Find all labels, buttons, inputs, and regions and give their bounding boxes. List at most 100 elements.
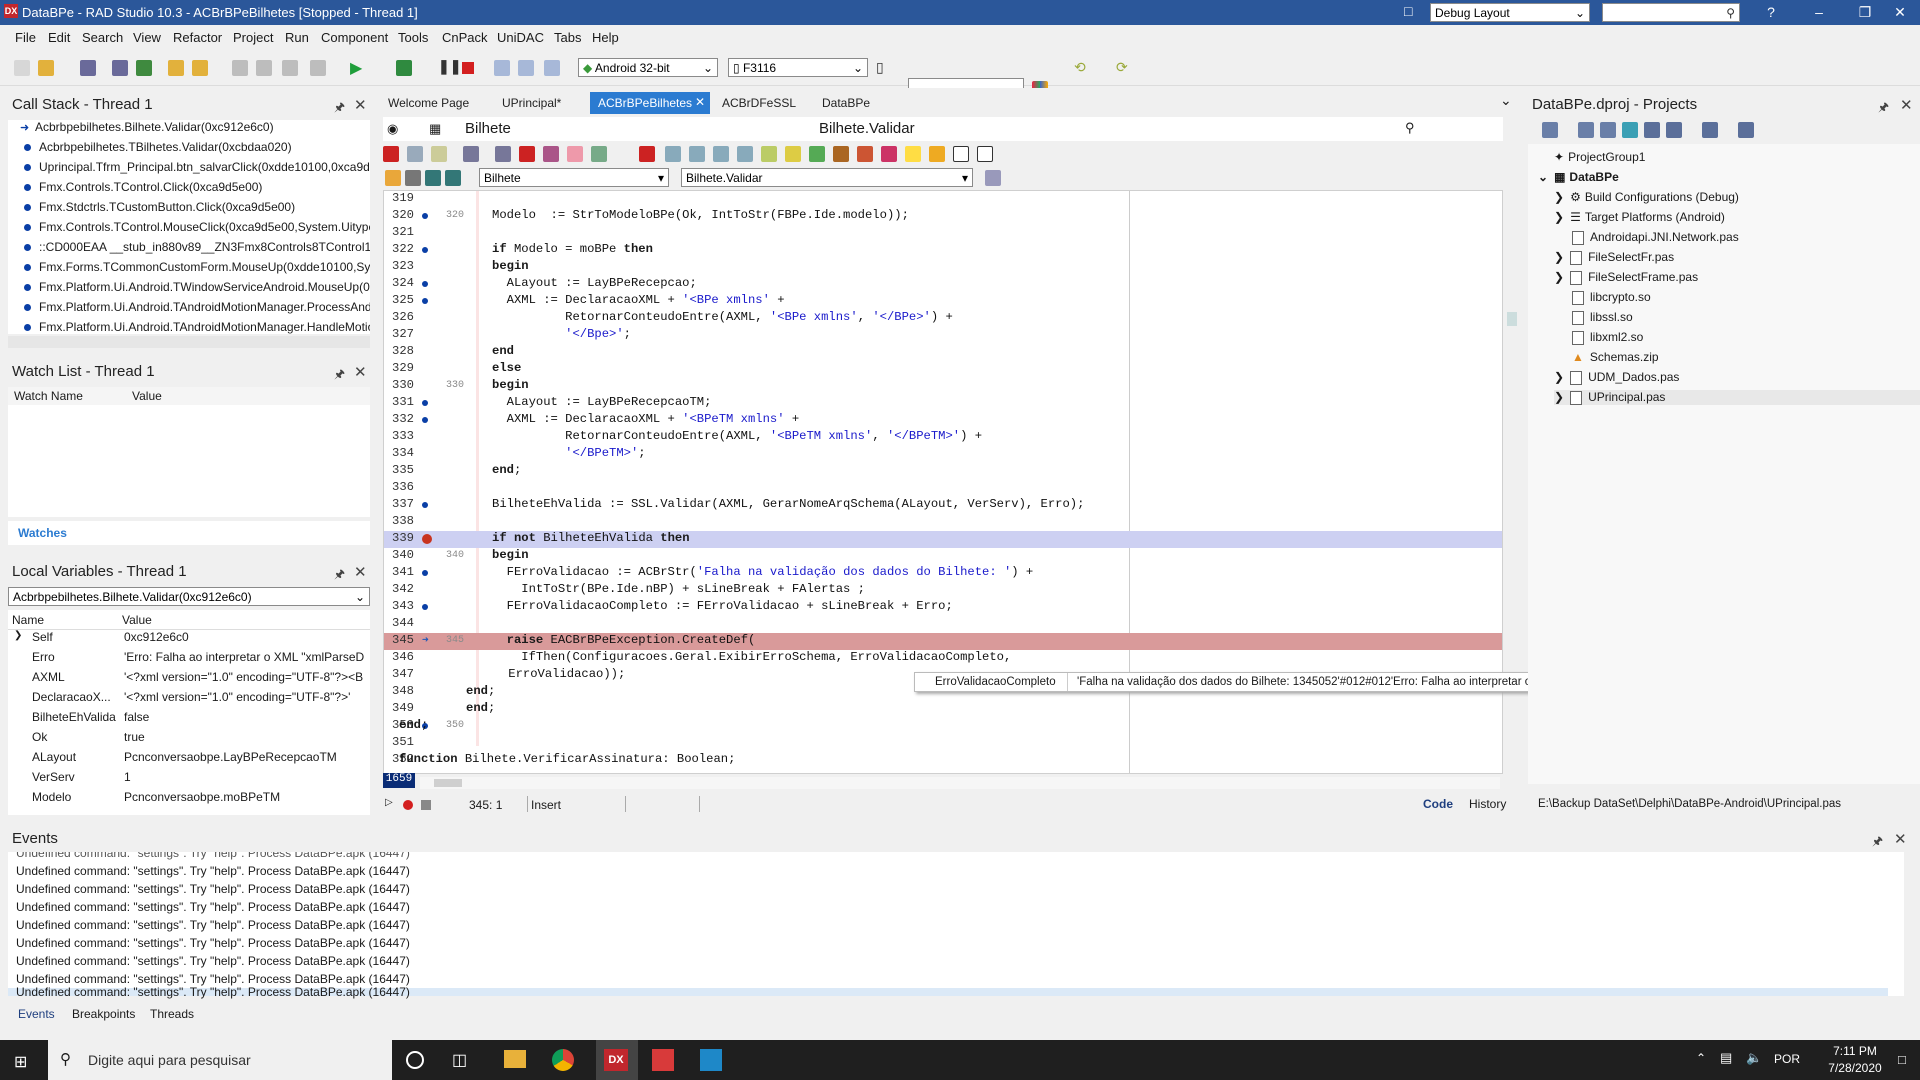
close-icon[interactable]: ✕ — [1894, 830, 1907, 848]
tab-welcome-page[interactable]: Welcome Page — [380, 92, 477, 114]
code-line[interactable]: 345 ➜ 345 raise EACBrBPeException.CreateDe… — [384, 633, 1502, 650]
collapse-icon[interactable]: ⌄ — [1538, 170, 1548, 184]
taskbar-search[interactable]: ⚲ Digite aqui para pesquisar — [48, 1040, 392, 1080]
save-all-icon[interactable] — [112, 60, 128, 76]
menu-view[interactable]: View — [133, 30, 161, 45]
task-view-icon[interactable]: ◫ — [452, 1050, 467, 1070]
pin-icon[interactable]: 🖈 — [1878, 98, 1889, 119]
watch-col-name[interactable]: Watch Name — [14, 389, 83, 403]
horizontal-scrollbar[interactable] — [420, 777, 1500, 789]
tool-icon[interactable] — [567, 146, 583, 162]
pause-icon[interactable]: ❚❚ — [438, 58, 461, 75]
code-line[interactable]: 350 350 end; — [384, 718, 1502, 735]
tool-icon[interactable] — [761, 146, 777, 162]
tool-icon[interactable] — [665, 146, 681, 162]
tool-icon[interactable] — [833, 146, 849, 162]
tool-icon[interactable] — [591, 146, 607, 162]
step-over-icon[interactable] — [494, 60, 510, 76]
breadcrumb-class[interactable]: Bilhete — [465, 120, 511, 137]
code-line[interactable]: 340 340 begin — [384, 548, 1502, 565]
table-row[interactable]: VerServ 1 — [10, 770, 366, 790]
code-line[interactable]: 337 BilheteEhValida := SSL.Validar(AXML, … — [384, 497, 1502, 514]
table-row[interactable]: ❯ Self 0xc912e6c0 — [10, 630, 366, 650]
code-line[interactable]: 323 begin — [384, 259, 1502, 276]
tool-icon[interactable] — [445, 170, 461, 186]
save-as-icon[interactable] — [136, 60, 152, 76]
tool-icon[interactable] — [1702, 122, 1718, 138]
clock-time[interactable]: 7:11 PM — [1818, 1044, 1892, 1058]
tool-icon[interactable] — [431, 146, 447, 162]
new-form-icon[interactable] — [310, 60, 326, 76]
tree-item[interactable]: ❯ FileSelectFrame.pas — [1554, 270, 1698, 285]
menu-run[interactable]: Run — [285, 30, 309, 45]
code-line[interactable]: 330 330 begin — [384, 378, 1502, 395]
locals-col-value[interactable]: Value — [122, 613, 152, 627]
breakpoint-slot-icon[interactable] — [422, 213, 428, 219]
stop-icon[interactable] — [462, 62, 474, 74]
notifications-icon[interactable]: □ — [1898, 1052, 1906, 1067]
device-combo[interactable]: ▯ F3116 ⌄ — [728, 58, 868, 77]
code-line[interactable]: 321 — [384, 225, 1502, 242]
save-icon[interactable] — [80, 60, 96, 76]
code-line[interactable]: 332 AXML := DeclaracaoXML + '<BPeTM xmln… — [384, 412, 1502, 429]
info-icon[interactable] — [977, 146, 993, 162]
list-item[interactable]: Fmx.Platform.Ui.Android.TAndroidMotionMa… — [8, 320, 370, 334]
code-line[interactable]: 341 FErroValidacao := ACBrStr('Falha na … — [384, 565, 1502, 582]
network-icon[interactable]: ▤ — [1720, 1050, 1732, 1066]
close-button[interactable]: ✕ — [1880, 0, 1920, 25]
pin-icon[interactable]: 🖈 — [334, 365, 345, 386]
clock-date[interactable]: 7/28/2020 — [1818, 1061, 1892, 1075]
pin-icon[interactable]: 🖈 — [334, 565, 345, 586]
watch-col-value[interactable]: Value — [132, 389, 162, 403]
menu-project[interactable]: Project — [233, 30, 273, 45]
code-line[interactable]: 324 ALayout := LayBPeRecepcao; — [384, 276, 1502, 293]
menu-component[interactable]: Component — [321, 30, 388, 45]
tab-uprincipal[interactable]: UPrincipal* — [494, 92, 569, 114]
tool-icon[interactable] — [1666, 122, 1682, 138]
help-icon[interactable] — [953, 146, 969, 162]
tab-databpe[interactable]: DataBPe — [814, 92, 878, 114]
tool-icon[interactable] — [385, 170, 401, 186]
pin-icon[interactable]: 🖈 — [1872, 832, 1883, 853]
taskbar-app-active[interactable]: DX — [596, 1040, 638, 1080]
tool-icon[interactable] — [463, 146, 479, 162]
code-line[interactable]: 338 — [384, 514, 1502, 531]
tray-chevron-icon[interactable]: ⌃ — [1696, 1051, 1706, 1065]
open-project-icon[interactable] — [168, 60, 184, 76]
menu-unidac[interactable]: UniDAC — [497, 30, 544, 45]
sync-icon[interactable] — [1622, 122, 1638, 138]
code-line[interactable]: 329 else — [384, 361, 1502, 378]
code-line[interactable]: 322 if Modelo = moBPe then — [384, 242, 1502, 259]
tree-item[interactable]: ✦ ProjectGroup1 — [1554, 150, 1645, 164]
tool-icon[interactable] — [689, 146, 705, 162]
breakpoint-icon[interactable] — [422, 534, 432, 544]
open-icon[interactable] — [38, 60, 54, 76]
tree-item[interactable]: libssl.so — [1572, 310, 1633, 325]
cortana-icon[interactable] — [406, 1051, 424, 1069]
device-manager-icon[interactable]: ▯ — [876, 59, 884, 76]
code-line[interactable]: 351 — [384, 735, 1502, 752]
menu-file[interactable]: File — [15, 30, 36, 45]
new-icon[interactable] — [14, 60, 30, 76]
tree-item[interactable]: ❯ UPrincipal.pas — [1554, 390, 1920, 405]
layout-combo[interactable]: Debug Layout ⌄ — [1430, 3, 1590, 22]
menu-refactor[interactable]: Refactor — [173, 30, 222, 45]
list-item[interactable]: Fmx.Forms.TCommonCustomForm.MouseUp(0xdd… — [8, 260, 370, 280]
forward-icon[interactable]: ⟳ — [1116, 59, 1128, 76]
tab-threads[interactable]: Threads — [150, 1007, 194, 1021]
view-unit-icon[interactable] — [256, 60, 272, 76]
events-log[interactable]: Undefined command: "settings". Try "help… — [8, 852, 1904, 996]
run-icon[interactable]: ▶ — [350, 58, 362, 78]
tab-code[interactable]: Code — [1423, 797, 1453, 811]
horizontal-scrollbar[interactable] — [8, 336, 370, 348]
code-line[interactable]: 327 '</Bpe>'; — [384, 327, 1502, 344]
run-without-debug-icon[interactable] — [396, 60, 412, 76]
help-icon[interactable]: ? — [1748, 0, 1794, 25]
table-row[interactable]: Erro 'Erro: Falha ao interpretar o XML "x… — [10, 650, 366, 670]
locals-frame-combo[interactable]: Acbrbpebilhetes.Bilhete.Validar(0xc912e6… — [8, 587, 370, 606]
tab-history[interactable]: History — [1469, 797, 1506, 811]
close-icon[interactable]: ✕ — [1900, 96, 1913, 114]
tree-item[interactable]: libcrypto.so — [1572, 290, 1651, 305]
class-combo[interactable]: Bilhete ▾ — [479, 168, 669, 187]
code-line[interactable]: 342 IntToStr(BPe.Ide.nBP) + sLineBreak +… — [384, 582, 1502, 599]
